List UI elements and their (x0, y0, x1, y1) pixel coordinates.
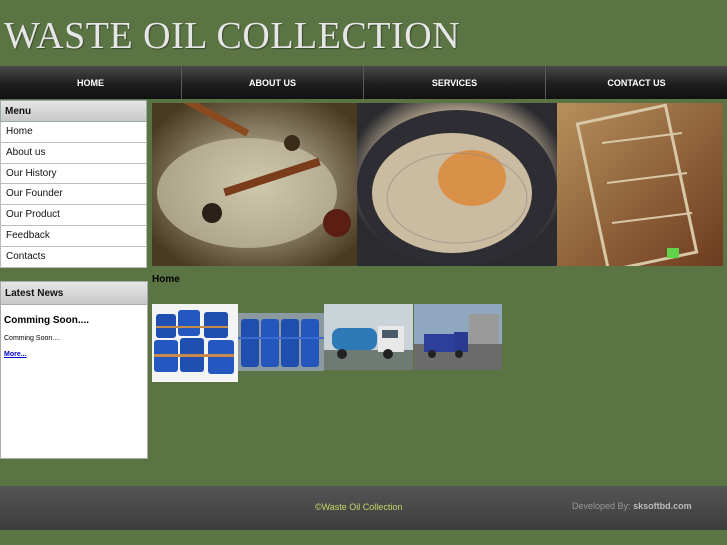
top-navigation: HOME ABOUT US SERVICES CONTACT US (0, 66, 727, 99)
news-title: Latest News (1, 282, 147, 305)
sidebar-item-feedback[interactable]: Feedback (0, 225, 147, 247)
nav-services[interactable]: SERVICES (364, 66, 546, 99)
nav-contact-us[interactable]: CONTACT US (546, 66, 727, 99)
nav-home[interactable]: HOME (0, 66, 182, 99)
news-body: Comming Soon.... (4, 335, 61, 342)
photo-tanker-truck[interactable] (324, 304, 413, 370)
news-headline: Comming Soon.... (4, 315, 89, 326)
news-more-link[interactable]: More... (4, 351, 147, 358)
banner-image (152, 103, 723, 266)
copyright-text: ©Waste Oil Collection (315, 502, 403, 512)
photo-blue-barrels[interactable] (152, 304, 238, 382)
developer-name[interactable]: sksoftbd.com (633, 501, 692, 511)
sidebar-item-about-us[interactable]: About us (0, 142, 147, 164)
header: WASTE OIL COLLECTION (0, 0, 727, 66)
banner-illustration (152, 103, 723, 266)
developed-by-label: Developed By: (572, 501, 631, 511)
photo-lorry[interactable] (414, 304, 502, 370)
sidebar-item-contacts[interactable]: Contacts (0, 246, 147, 268)
sidebar-item-home[interactable]: Home (0, 122, 147, 143)
nav-about-us[interactable]: ABOUT US (182, 66, 364, 99)
sidebar-item-our-history[interactable]: Our History (0, 163, 147, 185)
latest-news-box: Latest News Comming Soon.... Comming Soo… (0, 281, 148, 459)
footer: ©Waste Oil Collection Developed By: skso… (0, 486, 727, 530)
site-title: WASTE OIL COLLECTION (4, 15, 461, 57)
sidebar-item-our-founder[interactable]: Our Founder (0, 184, 147, 206)
photo-barrel-row[interactable] (238, 313, 324, 371)
developer-credit: Developed By: sksoftbd.com (572, 501, 692, 511)
sidebar-item-our-product[interactable]: Our Product (0, 205, 147, 226)
sidebar-menu: Menu Home About us Our History Our Found… (0, 100, 147, 268)
menu-title: Menu (0, 100, 147, 122)
breadcrumb: Home (152, 274, 180, 285)
